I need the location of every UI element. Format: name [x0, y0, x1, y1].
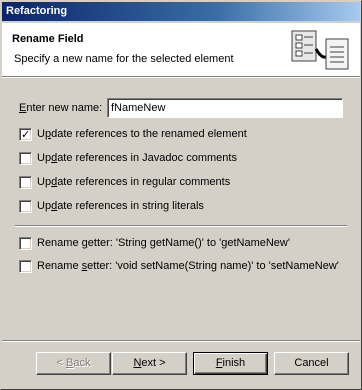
button-bar-separator	[2, 340, 360, 342]
cancel-button[interactable]: Cancel	[274, 352, 349, 375]
page-description: Specify a new name for the selected elem…	[14, 53, 234, 65]
update-references-label: Update references to the renamed element	[37, 128, 247, 140]
refactoring-dialog: Refactoring Rename Field Specify a new n…	[0, 0, 362, 390]
new-name-label: Enter new name:	[19, 102, 103, 114]
header-divider	[2, 77, 360, 78]
rename-getter-option[interactable]: Rename getter: 'String getName()' to 'ge…	[19, 235, 290, 251]
update-references-checkbox[interactable]: ✓	[19, 127, 32, 141]
title-bar[interactable]: Refactoring	[2, 2, 360, 21]
rename-getter-label: Rename getter: 'String getName()' to 'ge…	[37, 237, 290, 249]
update-strings-option[interactable]: Update references in string literals	[19, 198, 204, 214]
update-strings-label: Update references in string literals	[37, 200, 204, 212]
rename-setter-label: Rename setter: 'void setName(String name…	[37, 260, 339, 272]
back-button[interactable]: < Back	[36, 352, 111, 375]
new-name-input[interactable]	[107, 98, 343, 118]
update-strings-checkbox[interactable]	[19, 199, 32, 213]
update-javadoc-checkbox[interactable]	[19, 151, 32, 165]
update-javadoc-label: Update references in Javadoc comments	[37, 152, 237, 164]
refactoring-wizard-icon	[291, 30, 349, 70]
next-button[interactable]: Next >	[112, 352, 187, 375]
update-comments-option[interactable]: Update references in regular comments	[19, 174, 230, 190]
rename-getter-checkbox[interactable]	[19, 236, 32, 250]
update-references-option[interactable]: ✓ Update references to the renamed eleme…	[19, 126, 247, 142]
rename-setter-checkbox[interactable]	[19, 259, 32, 273]
update-comments-label: Update references in regular comments	[37, 176, 231, 188]
checkmark-icon: ✓	[21, 127, 31, 141]
finish-button[interactable]: Finish	[193, 352, 268, 375]
window-title: Refactoring	[6, 5, 68, 17]
options-separator	[15, 225, 347, 227]
update-javadoc-option[interactable]: Update references in Javadoc comments	[19, 150, 237, 166]
page-title: Rename Field	[12, 33, 84, 45]
update-comments-checkbox[interactable]	[19, 175, 32, 189]
rename-setter-option[interactable]: Rename setter: 'void setName(String name…	[19, 258, 339, 274]
wizard-header: Rename Field Specify a new name for the …	[2, 23, 360, 77]
